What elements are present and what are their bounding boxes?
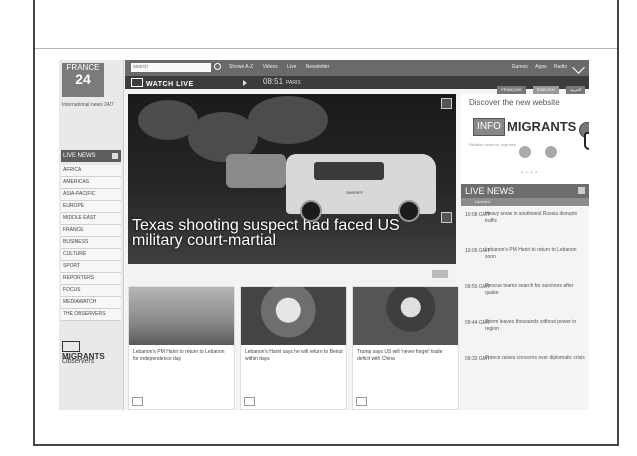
section-nav: AFRICA AMERICAS ASIA-PACIFIC EUROPE MIDD… (61, 165, 121, 321)
news-text: Storm leaves thousands without power in … (485, 319, 577, 332)
top-right-links: Games Apps Radio (506, 64, 567, 70)
live-news-nav-label: LIVE NEWS (63, 153, 96, 159)
tv-icon (131, 78, 143, 87)
expand-icon[interactable] (578, 187, 585, 194)
nav-item[interactable]: FOCUS (61, 285, 121, 297)
news-row[interactable]: 09:44 GMT Storm leaves thousands without… (461, 318, 589, 344)
story-caption: Lebanon's Hariri says he will return to … (245, 349, 343, 362)
top-link[interactable]: Videos (263, 64, 278, 70)
live-news-subheader: Updated (461, 198, 589, 206)
car-shape (226, 154, 286, 188)
story-card[interactable]: Trump says US will 'never forget' trade … (352, 286, 459, 410)
site-logo[interactable]: FRANCE 24 (62, 63, 104, 97)
nav-item[interactable]: AFRICA (61, 165, 121, 177)
top-link[interactable]: Shows A-Z (229, 64, 253, 70)
camera-icon (356, 397, 367, 406)
news-row[interactable]: 10:08 GMT Heavy snow in southwest Russia… (461, 210, 589, 236)
hero-headline[interactable]: Texas shooting suspect had faced US mili… (132, 218, 452, 249)
left-sidebar: FRANCE 24 International news 24/7 LIVE N… (59, 60, 124, 410)
live-news-list: 10:08 GMT Heavy snow in southwest Russia… (461, 210, 589, 390)
hand-cursor-icon (584, 132, 589, 150)
logo-number: 24 (75, 71, 91, 87)
clock: 08:51 PARIS (263, 77, 301, 86)
nav-item[interactable]: MIDDLE EAST (61, 213, 121, 225)
nav-item[interactable]: ASIA-PACIFIC (61, 189, 121, 201)
clock-city: PARIS (286, 80, 301, 86)
top-links: Shows A-Z Videos Live Newsletter (229, 64, 337, 70)
nav-item[interactable]: MEDIAWATCH (61, 297, 121, 309)
camera-icon (132, 397, 143, 406)
divider-line (35, 48, 617, 49)
nav-item[interactable]: CULTURE (61, 249, 121, 261)
language-option-selected[interactable]: ENGLISH (533, 86, 559, 94)
top-right-link[interactable]: Apps (535, 64, 546, 70)
hero-story[interactable]: SHERIFF Texas shooting suspect had faced… (128, 94, 456, 264)
live-news-header[interactable]: LIVE NEWS (461, 184, 589, 198)
truck-text: SHERIFF (346, 190, 364, 195)
watch-live-bar: WATCH LIVE 08:51 PARIS FRANÇAIS ENGLISH ا… (125, 76, 589, 94)
camera-icon (441, 98, 452, 109)
clock-time: 08:51 (263, 77, 284, 86)
app-icon[interactable] (545, 146, 557, 158)
search-input[interactable]: search (131, 63, 211, 72)
story-image (353, 287, 458, 345)
news-row[interactable]: 10:05 GMT Lebanon's PM Hariri to return … (461, 246, 589, 272)
news-text: France raises concerns over diplomatic c… (485, 355, 585, 361)
nav-item[interactable]: EUROPE (61, 201, 121, 213)
promo-title: Discover the new website (469, 98, 560, 107)
camera-icon (244, 397, 255, 406)
truck-window (314, 162, 384, 180)
sheriff-truck: SHERIFF (286, 154, 436, 222)
migrants-logo[interactable]: MIGRANTS (62, 341, 120, 361)
migrants-label: MIGRANTS (507, 119, 577, 134)
news-text: Rescue teams search for survivors after … (485, 283, 574, 296)
infomigrants-promo[interactable]: Discover the new website INFO MIGRANTS Re… (461, 94, 589, 184)
story-image (129, 287, 234, 345)
nav-item[interactable]: REPORTERS (61, 273, 121, 285)
live-news-title: LIVE NEWS (465, 186, 515, 196)
nav-item[interactable]: SPORT (61, 261, 121, 273)
watch-live-button[interactable]: WATCH LIVE (131, 78, 194, 88)
info-label: INFO (473, 118, 505, 136)
story-card[interactable]: Lebanon's PM Hariri to return to Lebanon… (128, 286, 235, 410)
top-link[interactable]: Newsletter (306, 64, 330, 70)
search-icon[interactable] (214, 63, 221, 70)
share-icon[interactable] (572, 61, 585, 74)
top-link[interactable]: Live (287, 64, 296, 70)
news-text: Heavy snow in southwest Russia disrupts … (485, 211, 577, 224)
top-bar: search Shows A-Z Videos Live Newsletter … (125, 60, 589, 76)
news-row[interactable]: 09:32 GMT France raises concerns over di… (461, 354, 589, 380)
play-icon[interactable] (243, 80, 247, 86)
website-screenshot: FRANCE 24 International news 24/7 LIVE N… (59, 60, 589, 410)
hero-strip (128, 264, 456, 284)
app-icon[interactable] (519, 146, 531, 158)
story-image (241, 287, 346, 345)
screenshot-frame: FRANCE 24 International news 24/7 LIVE N… (33, 0, 619, 446)
nav-item[interactable]: AMERICAS (61, 177, 121, 189)
observers-logo[interactable]: Observers (62, 358, 120, 365)
promo-subtitle: Reliable news for migrants (469, 142, 517, 147)
info-box-icon (62, 341, 80, 352)
news-row[interactable]: 09:55 GMT Rescue teams search for surviv… (461, 282, 589, 308)
square-icon (112, 153, 118, 159)
story-caption: Lebanon's PM Hariri to return to Lebanon… (133, 349, 225, 362)
nav-item[interactable]: BUSINESS (61, 237, 121, 249)
site-tagline: International news 24/7 (62, 102, 114, 108)
story-card[interactable]: Lebanon's Hariri says he will return to … (240, 286, 347, 410)
language-option[interactable]: العربية (566, 86, 585, 94)
top-right-link[interactable]: Games (512, 64, 528, 70)
tree-shape (248, 96, 328, 144)
pager-dots[interactable]: •••• (521, 170, 540, 176)
story-caption: Trump says US will 'never forget' trade … (357, 349, 443, 362)
language-option[interactable]: FRANÇAIS (497, 86, 526, 94)
nav-item[interactable]: THE OBSERVERS (61, 309, 121, 321)
top-right-link[interactable]: Radio (554, 64, 567, 70)
nav-item[interactable]: FRANCE (61, 225, 121, 237)
news-text: Lebanon's PM Hariri to return to Lebanon… (485, 247, 577, 260)
slider-icon[interactable] (432, 270, 448, 278)
live-news-nav[interactable]: LIVE NEWS (61, 150, 121, 162)
watch-live-label: WATCH LIVE (146, 81, 194, 88)
infomigrants-logo: INFO MIGRANTS (473, 118, 576, 136)
